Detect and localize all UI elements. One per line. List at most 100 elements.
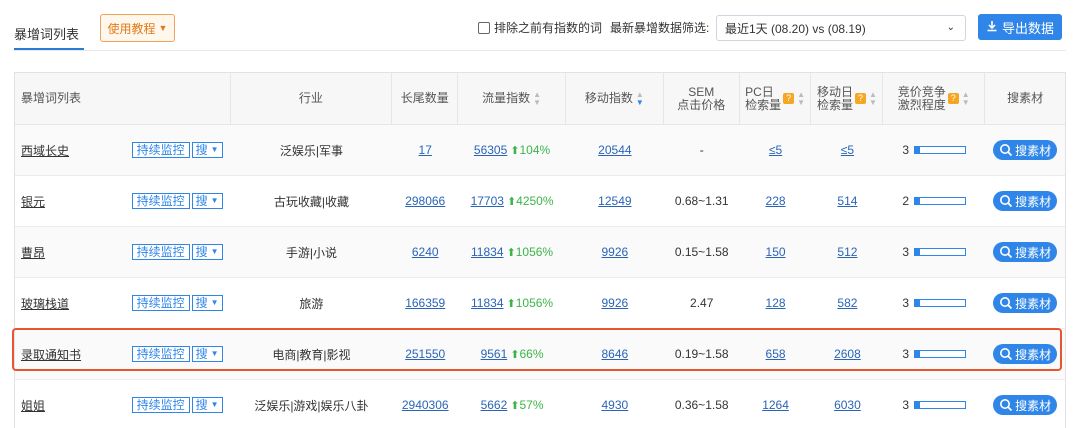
monitor-button[interactable]: 持续监控 [131, 193, 190, 209]
keyword-link[interactable]: 西域长史 [21, 142, 69, 159]
search-material-button[interactable]: 搜素材 [993, 344, 1058, 364]
col-mobday-label-1: 移动日 [816, 84, 853, 99]
mobile-link[interactable]: 12549 [598, 194, 631, 208]
table-row: 西域长史 持续监控搜 ▼ 泛娱乐|军事 17 56305 ⬆104% 20544 - ≤5 ≤5 3 搜… [15, 125, 1065, 176]
row-actions: 持续监控搜 ▼ [131, 193, 223, 209]
traffic-link[interactable]: 5662 [481, 398, 508, 412]
traffic-cell: 5662 ⬆57% [458, 380, 566, 428]
competition-value: 3 [902, 245, 910, 259]
competition-fill [915, 351, 921, 357]
competition-bar [914, 248, 967, 256]
longtail-link[interactable]: 166359 [405, 296, 445, 310]
search-icon [1000, 399, 1013, 412]
pc-link[interactable]: ≤5 [769, 143, 782, 157]
monitor-button[interactable]: 持续监控 [131, 295, 190, 311]
material-cell: 搜素材 [985, 125, 1065, 175]
search-material-button[interactable]: 搜素材 [993, 191, 1058, 211]
longtail-link[interactable]: 251550 [405, 347, 445, 361]
longtail-link[interactable]: 298066 [405, 194, 445, 208]
col-competition[interactable]: 竞价竞争 激烈程度? ▲ ▼ [883, 73, 986, 124]
monitor-button[interactable]: 持续监控 [131, 397, 190, 413]
mobile-cell: 4930 [566, 380, 664, 428]
longtail-link[interactable]: 2940306 [402, 398, 449, 412]
search-material-button[interactable]: 搜素材 [993, 140, 1058, 160]
sort-icon[interactable]: ▲ ▼ [636, 90, 644, 107]
search-dropdown-button[interactable]: 搜 ▼ [191, 346, 223, 362]
search-dropdown-button[interactable]: 搜 ▼ [191, 295, 223, 311]
monitor-button[interactable]: 持续监控 [131, 244, 190, 260]
pc-cell: ≤5 [740, 125, 812, 175]
traffic-link[interactable]: 9561 [481, 347, 508, 361]
mobday-link[interactable]: 512 [837, 245, 857, 259]
question-icon[interactable]: ? [783, 93, 795, 104]
pc-link[interactable]: 128 [766, 296, 786, 310]
col-mobday[interactable]: 移动日 检索量? ▲ ▼ [811, 73, 884, 124]
search-dropdown-button[interactable]: 搜 ▼ [191, 142, 223, 158]
mobday-link[interactable]: 582 [837, 296, 857, 310]
question-icon[interactable]: ? [947, 93, 959, 104]
search-dropdown-button[interactable]: 搜 ▼ [191, 244, 223, 260]
question-icon[interactable]: ? [854, 93, 866, 104]
search-material-button[interactable]: 搜素材 [993, 293, 1058, 313]
exclude-option[interactable]: 排除之前有指数的词 [478, 19, 602, 36]
mobday-cell: 512 [811, 227, 883, 277]
search-material-button[interactable]: 搜素材 [993, 242, 1058, 262]
sem-cell: - [699, 143, 704, 157]
sort-icon[interactable]: ▲ ▼ [962, 90, 970, 107]
mobile-link[interactable]: 8646 [602, 347, 629, 361]
growth-badge: ⬆1056% [507, 296, 554, 310]
competition-cell: 3 [883, 380, 985, 428]
monitor-button[interactable]: 持续监控 [131, 346, 190, 362]
date-filter-select[interactable]: 最近1天 (08.20) vs (08.19) ⌄ [716, 15, 966, 41]
growth-value: 57% [519, 398, 544, 412]
mobile-link[interactable]: 9926 [602, 296, 629, 310]
keyword-link[interactable]: 录取通知书 [21, 346, 81, 363]
mobday-link[interactable]: 2608 [834, 347, 861, 361]
sort-icon[interactable]: ▲ ▼ [797, 90, 805, 107]
col-traffic[interactable]: 流量指数 ▲ ▼ [458, 73, 566, 124]
search-material-button[interactable]: 搜素材 [993, 395, 1058, 415]
traffic-link[interactable]: 56305 [474, 143, 507, 157]
mobile-link[interactable]: 20544 [598, 143, 631, 157]
competition-cell: 3 [883, 329, 985, 379]
col-pc-label-1: PC日 [745, 84, 774, 99]
sort-icon[interactable]: ▲ ▼ [533, 90, 541, 107]
traffic-link[interactable]: 11834 [471, 245, 503, 259]
sort-icon[interactable]: ▲ ▼ [869, 90, 877, 107]
longtail-link[interactable]: 17 [419, 143, 432, 157]
keyword-link[interactable]: 姐姐 [21, 397, 45, 414]
material-cell: 搜素材 [985, 176, 1065, 226]
keyword-link[interactable]: 曹昂 [21, 244, 45, 261]
search-material-label: 搜素材 [1015, 347, 1052, 362]
row-actions: 持续监控搜 ▼ [131, 295, 223, 311]
mobday-link[interactable]: 6030 [834, 398, 861, 412]
tutorial-dropdown-button[interactable]: 使用教程 ▼ [100, 14, 175, 42]
col-sem-label-1: SEM [688, 84, 715, 99]
mobday-link[interactable]: ≤5 [841, 143, 854, 157]
pc-link[interactable]: 1264 [762, 398, 789, 412]
col-mobday-label-2: 检索量 [816, 97, 853, 112]
traffic-link[interactable]: 11834 [471, 296, 503, 310]
mobday-cell: 2608 [811, 329, 883, 379]
arrow-up-icon: ⬆ [506, 196, 517, 208]
col-comp-label-2: 激烈程度 [897, 97, 946, 112]
search-dropdown-button[interactable]: 搜 ▼ [191, 193, 223, 209]
competition-meter: 3 [902, 296, 967, 310]
longtail-link[interactable]: 6240 [412, 245, 439, 259]
page-title[interactable]: 暴增词列表 [14, 24, 79, 43]
mobile-link[interactable]: 4930 [602, 398, 629, 412]
exclude-checkbox[interactable] [478, 21, 490, 34]
col-mobile[interactable]: 移动指数 ▲ ▼ [566, 73, 664, 124]
export-button[interactable]: 导出数据 [978, 14, 1062, 40]
pc-link[interactable]: 228 [766, 194, 786, 208]
keyword-link[interactable]: 玻璃栈道 [21, 295, 69, 312]
mobile-link[interactable]: 9926 [602, 245, 629, 259]
pc-link[interactable]: 658 [766, 347, 786, 361]
pc-link[interactable]: 150 [766, 245, 786, 259]
monitor-button[interactable]: 持续监控 [131, 142, 190, 158]
col-pc[interactable]: PC日 检索量? ▲ ▼ [740, 73, 812, 124]
mobday-link[interactable]: 514 [837, 194, 857, 208]
keyword-link[interactable]: 银元 [21, 193, 45, 210]
search-dropdown-button[interactable]: 搜 ▼ [191, 397, 223, 413]
traffic-link[interactable]: 17703 [471, 194, 504, 208]
